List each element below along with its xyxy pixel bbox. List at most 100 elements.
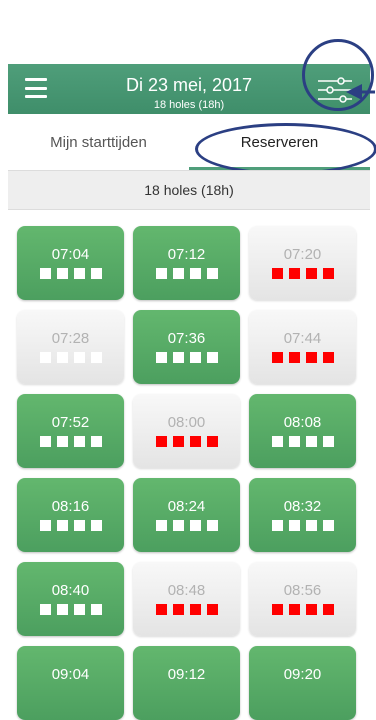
tee-time-label: 07:36 [167, 330, 206, 347]
tee-time-label: 08:32 [283, 498, 322, 515]
spot-taken-icon [288, 352, 300, 363]
spot-free-icon [206, 268, 218, 279]
spot-free-icon [90, 604, 102, 615]
tee-time-label: 08:24 [167, 498, 206, 515]
spot-free-icon [56, 520, 68, 531]
tee-time-slot[interactable]: 08:32 [249, 478, 356, 552]
spot-free-icon [73, 268, 85, 279]
spot-free-icon [39, 352, 51, 363]
spot-taken-icon [288, 268, 300, 279]
spot-free-icon [288, 520, 300, 531]
spot-taken-icon [322, 268, 334, 279]
tee-time-slot[interactable]: 07:52 [17, 394, 124, 468]
spot-free-icon [56, 268, 68, 279]
player-spots [17, 520, 124, 531]
player-spots [133, 268, 240, 279]
tee-time-slot[interactable]: 08:40 [17, 562, 124, 636]
tab-mijn-starttijden[interactable]: Mijn starttijden [8, 114, 189, 170]
tee-time-slot[interactable]: 09:20 [249, 646, 356, 720]
section-header: 18 holes (18h) [8, 170, 370, 210]
spot-taken-icon [155, 436, 167, 447]
spot-free-icon [39, 604, 51, 615]
tee-time-label: 07:04 [51, 246, 90, 263]
player-spots [133, 604, 240, 615]
player-spots [133, 352, 240, 363]
spot-free-icon [73, 436, 85, 447]
tee-time-slot[interactable]: 08:24 [133, 478, 240, 552]
spot-free-icon [305, 436, 317, 447]
tee-time-label: 07:28 [51, 330, 90, 347]
tee-time-slot[interactable]: 09:04 [17, 646, 124, 720]
tee-time-label: 07:44 [283, 330, 322, 347]
spot-taken-icon [271, 352, 283, 363]
spot-taken-icon [155, 604, 167, 615]
spot-free-icon [39, 268, 51, 279]
spot-free-icon [288, 436, 300, 447]
spot-taken-icon [271, 604, 283, 615]
tee-time-label: 08:40 [51, 582, 90, 599]
spot-free-icon [172, 520, 184, 531]
player-spots [17, 436, 124, 447]
tee-time-slot[interactable]: 08:08 [249, 394, 356, 468]
spot-free-icon [39, 436, 51, 447]
spot-taken-icon [172, 436, 184, 447]
player-spots [17, 604, 124, 615]
spot-free-icon [172, 268, 184, 279]
spot-free-icon [322, 520, 334, 531]
spot-free-icon [189, 268, 201, 279]
annotation-arrow-icon [346, 84, 375, 100]
annotation-oval [195, 123, 376, 175]
tee-time-slot[interactable]: 07:36 [133, 310, 240, 384]
spot-free-icon [271, 520, 283, 531]
tee-time-label: 07:52 [51, 414, 90, 431]
tee-time-label: 07:12 [167, 246, 206, 263]
spot-free-icon [39, 520, 51, 531]
tee-time-slot: 07:44 [249, 310, 356, 384]
player-spots [249, 520, 356, 531]
player-spots [133, 520, 240, 531]
annotation-circle [302, 39, 374, 111]
spot-free-icon [322, 436, 334, 447]
spot-taken-icon [322, 352, 334, 363]
spot-taken-icon [288, 604, 300, 615]
player-spots [249, 352, 356, 363]
spot-taken-icon [206, 436, 218, 447]
spot-free-icon [73, 604, 85, 615]
spot-free-icon [271, 436, 283, 447]
tee-time-slot[interactable]: 07:12 [133, 226, 240, 300]
spot-free-icon [90, 436, 102, 447]
player-spots [17, 352, 124, 363]
tee-time-label: 09:20 [283, 666, 322, 683]
spot-taken-icon [305, 352, 317, 363]
spot-taken-icon [322, 604, 334, 615]
tee-time-slot: 08:00 [133, 394, 240, 468]
tee-time-label: 07:20 [283, 246, 322, 263]
tee-time-slot: 08:48 [133, 562, 240, 636]
spot-taken-icon [189, 436, 201, 447]
tee-time-label: 08:16 [51, 498, 90, 515]
spot-free-icon [90, 352, 102, 363]
spot-free-icon [90, 268, 102, 279]
spot-free-icon [172, 352, 184, 363]
player-spots [133, 436, 240, 447]
spot-taken-icon [271, 268, 283, 279]
tee-time-label: 08:00 [167, 414, 206, 431]
spot-free-icon [189, 352, 201, 363]
tee-time-slot: 07:20 [249, 226, 356, 300]
spot-taken-icon [305, 268, 317, 279]
spot-free-icon [56, 352, 68, 363]
spot-free-icon [155, 352, 167, 363]
spot-taken-icon [172, 604, 184, 615]
tee-time-slot[interactable]: 07:04 [17, 226, 124, 300]
tee-time-label: 08:08 [283, 414, 322, 431]
player-spots [249, 604, 356, 615]
spot-taken-icon [305, 604, 317, 615]
spot-free-icon [56, 436, 68, 447]
spot-free-icon [305, 520, 317, 531]
tee-time-slot[interactable]: 09:12 [133, 646, 240, 720]
spot-free-icon [73, 520, 85, 531]
spot-free-icon [56, 604, 68, 615]
spot-free-icon [189, 520, 201, 531]
tee-time-slot[interactable]: 08:16 [17, 478, 124, 552]
spot-free-icon [206, 352, 218, 363]
